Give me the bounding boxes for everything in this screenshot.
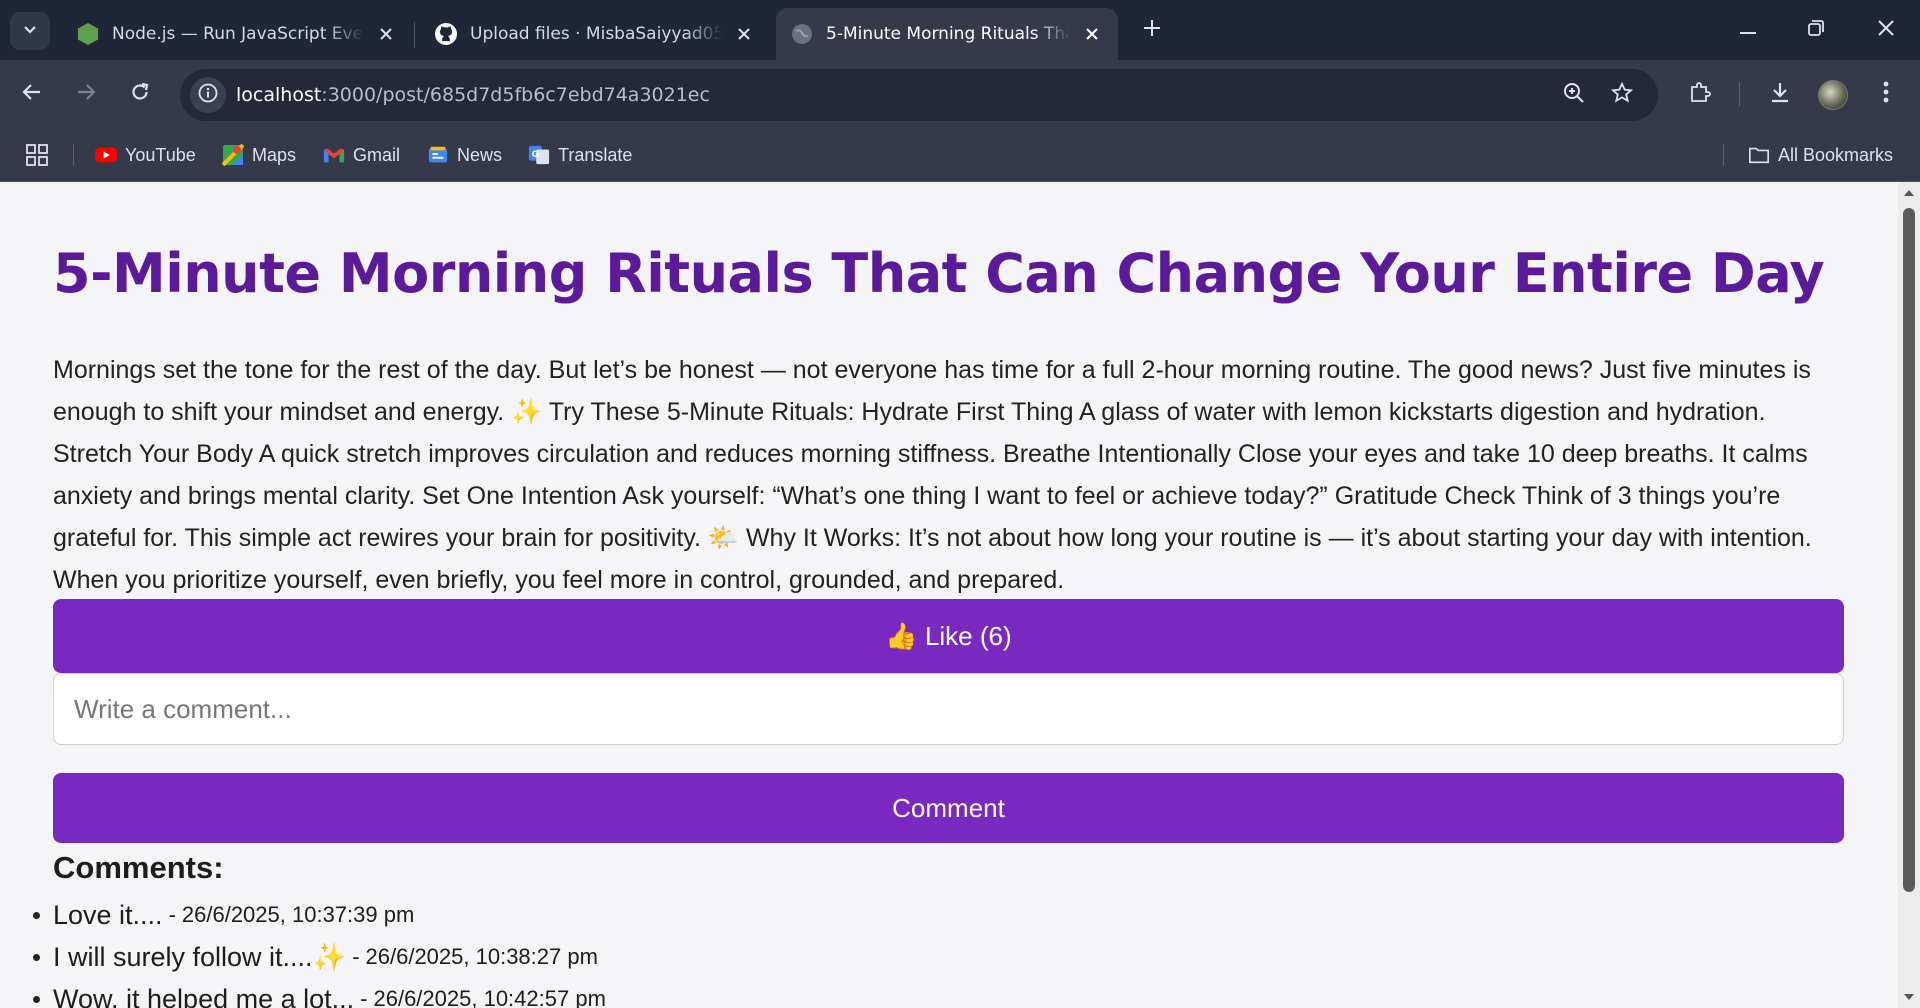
profile-avatar[interactable] xyxy=(1818,80,1848,110)
star-icon xyxy=(1610,81,1634,109)
restore-button[interactable] xyxy=(1788,10,1844,50)
extensions-button[interactable] xyxy=(1680,74,1720,114)
maps-icon xyxy=(222,144,244,166)
all-bookmarks-button[interactable]: All Bookmarks xyxy=(1748,141,1893,169)
comment-dash: - xyxy=(360,986,368,1008)
tab-title: Node.js — Run JavaScript Everywhere xyxy=(112,24,364,44)
close-window-button[interactable] xyxy=(1858,10,1914,50)
tab-strip: Node.js — Run JavaScript Everywhere Uplo… xyxy=(0,0,1920,60)
comments-heading: Comments: xyxy=(53,850,224,885)
post-title: 5-Minute Morning Rituals That Can Change… xyxy=(53,242,1825,305)
bookmark-translate[interactable]: G Translate xyxy=(528,141,632,169)
gmail-icon xyxy=(323,144,345,166)
comment-text: Wow, it helped me a lot... xyxy=(53,983,355,1008)
browser-menu-button[interactable] xyxy=(1866,74,1906,114)
forward-arrow-icon xyxy=(76,82,96,107)
nodejs-icon xyxy=(76,22,100,46)
globe-icon xyxy=(790,22,814,46)
puzzle-icon xyxy=(1688,80,1712,109)
back-button[interactable] xyxy=(12,74,52,114)
bookmark-maps[interactable]: Maps xyxy=(222,141,296,169)
svg-text:G: G xyxy=(532,149,540,160)
bookmarks-divider xyxy=(1723,144,1724,166)
plus-icon xyxy=(1143,19,1161,42)
kebab-menu-icon xyxy=(1883,81,1889,108)
downloads-button[interactable] xyxy=(1760,74,1800,114)
all-bookmarks-label: All Bookmarks xyxy=(1778,144,1894,165)
close-icon[interactable] xyxy=(374,22,398,46)
bookmark-label: News xyxy=(457,144,503,165)
bookmark-youtube[interactable]: YouTube xyxy=(95,141,196,169)
news-icon xyxy=(427,144,449,166)
new-tab-button[interactable] xyxy=(1138,16,1166,44)
comment-dash: - xyxy=(352,944,360,969)
bookmark-star-button[interactable] xyxy=(1608,81,1636,109)
scroll-thumb[interactable] xyxy=(1903,208,1915,892)
restore-icon xyxy=(1808,19,1824,41)
url-host: localhost xyxy=(236,84,322,106)
page-scrollbar[interactable] xyxy=(1898,182,1920,1008)
comment-item: I will surely follow it....✨ -26/6/2025, … xyxy=(33,936,1753,978)
comment-text: Love it.... xyxy=(53,899,163,930)
tab-title: Upload files · MisbaSaiyyad05/Mindful xyxy=(470,24,722,44)
comments-list: Love it.... -26/6/2025, 10:37:39 pm I wil… xyxy=(33,894,1753,1008)
comment-text: I will surely follow it....✨ xyxy=(53,942,347,972)
bookmark-label: YouTube xyxy=(125,144,196,165)
browser-toolbar: localhost:3000/post/685d7d5fb6c7ebd74a30… xyxy=(0,60,1920,128)
comment-submit-button[interactable]: Comment xyxy=(53,773,1844,843)
toolbar-divider xyxy=(1739,82,1740,106)
translate-icon: G xyxy=(528,144,550,166)
comment-timestamp: 26/6/2025, 10:37:39 pm xyxy=(181,902,415,927)
comment-input[interactable] xyxy=(53,673,1844,745)
reload-button[interactable] xyxy=(120,74,160,114)
apps-grid-icon xyxy=(26,144,48,166)
minimize-button[interactable] xyxy=(1720,10,1776,50)
comment-timestamp: 26/6/2025, 10:38:27 pm xyxy=(365,944,598,969)
tab-morning-rituals[interactable]: 5-Minute Morning Rituals That Can Change… xyxy=(776,8,1118,60)
minimize-icon xyxy=(1740,21,1756,39)
bookmarks-bar: YouTube Maps Gmail News G Translate All … xyxy=(0,128,1920,182)
back-arrow-icon xyxy=(22,82,42,107)
bookmark-news[interactable]: News xyxy=(427,141,502,169)
download-icon xyxy=(1769,81,1791,108)
close-icon xyxy=(1878,19,1894,41)
bookmark-gmail[interactable]: Gmail xyxy=(323,141,400,169)
reload-icon xyxy=(130,82,150,107)
chevron-down-icon xyxy=(23,22,37,40)
close-icon[interactable] xyxy=(732,22,756,46)
folder-icon xyxy=(1748,144,1770,166)
site-info-button[interactable] xyxy=(190,77,226,113)
tab-github[interactable]: Upload files · MisbaSaiyyad05/Mindful xyxy=(420,8,770,60)
comment-dash: - xyxy=(168,902,176,927)
page-viewport: 5-Minute Morning Rituals That Can Change… xyxy=(0,182,1898,1008)
scroll-down-arrow-icon[interactable] xyxy=(1902,990,1916,1004)
like-button[interactable]: 👍 Like (6) xyxy=(53,599,1844,673)
youtube-icon xyxy=(95,144,117,166)
tab-divider xyxy=(414,22,415,48)
tab-nodejs[interactable]: Node.js — Run JavaScript Everywhere xyxy=(62,8,412,60)
info-icon xyxy=(198,83,218,108)
github-icon xyxy=(434,22,458,46)
url-text[interactable]: localhost:3000/post/685d7d5fb6c7ebd74a30… xyxy=(236,84,710,106)
bookmarks-divider xyxy=(73,144,74,166)
comment-item: Wow, it helped me a lot... -26/6/2025, 10… xyxy=(33,978,1753,1008)
zoom-in-icon xyxy=(1563,82,1585,109)
url-path: :3000/post/685d7d5fb6c7ebd74a3021ec xyxy=(321,84,710,106)
post-body: Mornings set the tone for the rest of th… xyxy=(53,356,1812,594)
comment-item: Love it.... -26/6/2025, 10:37:39 pm xyxy=(33,894,1753,936)
close-icon[interactable] xyxy=(1080,22,1104,46)
address-bar[interactable]: localhost:3000/post/685d7d5fb6c7ebd74a30… xyxy=(180,69,1658,121)
apps-button[interactable] xyxy=(26,141,56,169)
comment-timestamp: 26/6/2025, 10:42:57 pm xyxy=(373,986,606,1008)
bookmark-label: Gmail xyxy=(353,144,401,165)
tab-search-button[interactable] xyxy=(10,12,50,50)
tab-title: 5-Minute Morning Rituals That Can Change… xyxy=(826,24,1070,44)
bookmark-label: Maps xyxy=(252,144,297,165)
bookmark-label: Translate xyxy=(558,144,633,165)
scroll-up-arrow-icon[interactable] xyxy=(1902,186,1916,200)
forward-button[interactable] xyxy=(66,74,106,114)
zoom-button[interactable] xyxy=(1560,81,1588,109)
